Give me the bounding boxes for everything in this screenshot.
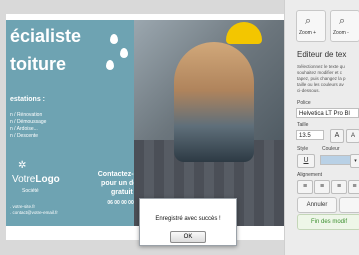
water-drop-icon [120,48,128,58]
underline-button[interactable]: U [297,154,315,168]
flyer-title-line1[interactable]: écialiste [10,26,81,47]
service-item[interactable]: n / Descente [10,133,46,140]
zoom-in-button[interactable]: ⌕ Zoom + [296,10,326,42]
logo-flower-icon: ✲ [18,160,27,171]
flyer-title-line2[interactable]: toiture [10,54,66,75]
water-drop-icon [110,34,118,44]
design-canvas: écialiste toiture estations : n / Rénova… [0,0,284,255]
email-line[interactable]: . contact@votre-email.fr [10,210,58,216]
service-item[interactable]: n / Ardoise... [10,126,46,133]
align-left-button[interactable]: ≡ [297,180,313,194]
desc-line: ci-dessous. [297,88,320,93]
couleur-label: Couleur [322,146,340,152]
zoom-out-icon: ⌕ [339,15,346,27]
service-list: n / Rénovation n / Démoussage n / Ardois… [10,112,46,140]
zoom-in-icon: ⌕ [305,15,312,27]
zoom-in-label: Zoom + [299,30,317,36]
company-label[interactable]: Société [22,188,39,194]
contact-lines: . votre-site.fr . contact@votre-email.fr [10,204,58,216]
taille-label: Taille [297,122,309,128]
chevron-down-icon[interactable]: ▾ [350,154,359,168]
finish-edit-button[interactable]: Fin des modif [297,214,359,230]
police-label: Police [297,100,311,106]
blue-text-panel: écialiste toiture estations : n / Rénova… [6,20,150,226]
hard-hat [226,22,262,44]
logo-text-light: Votre [12,174,36,185]
color-picker[interactable] [320,155,352,165]
service-item[interactable]: n / Rénovation [10,112,46,119]
zoom-out-label: Zoom - [333,30,349,36]
decrease-font-button[interactable]: A [346,129,359,143]
font-size-select[interactable]: 13.5 [296,130,324,140]
font-select[interactable]: Helvetica LT Pro Bl [296,108,359,118]
logo-text-bold: Logo [35,174,60,185]
increase-font-button[interactable]: A [330,129,344,143]
align-right-button[interactable]: ≡ [331,180,347,194]
dialog-message: Enregistré avec succès ! [155,216,221,222]
secondary-button[interactable] [339,197,359,213]
ok-button[interactable]: OK [170,231,206,243]
roofer-photo[interactable] [134,20,284,226]
prestations-heading[interactable]: estations : [10,96,45,103]
water-drop-icon [106,60,114,70]
save-success-dialog: Enregistré avec succès ! OK [139,198,237,246]
service-item[interactable]: n / Démoussage [10,119,46,126]
align-justify-button[interactable]: ≡ [348,180,359,194]
cancel-button[interactable]: Annuler [297,197,337,213]
zoom-out-button[interactable]: ⌕ Zoom - [330,10,359,42]
alignement-label: Alignement [297,172,323,178]
editor-description: Sélectionnez le texte qu souhaitez modif… [297,64,346,94]
style-label: Style [297,146,309,152]
editor-title: Editeur de tex [297,50,347,59]
worker-figure [174,42,254,162]
align-center-button[interactable]: ≡ [314,180,330,194]
logo-text[interactable]: VotreLogo [12,174,60,185]
